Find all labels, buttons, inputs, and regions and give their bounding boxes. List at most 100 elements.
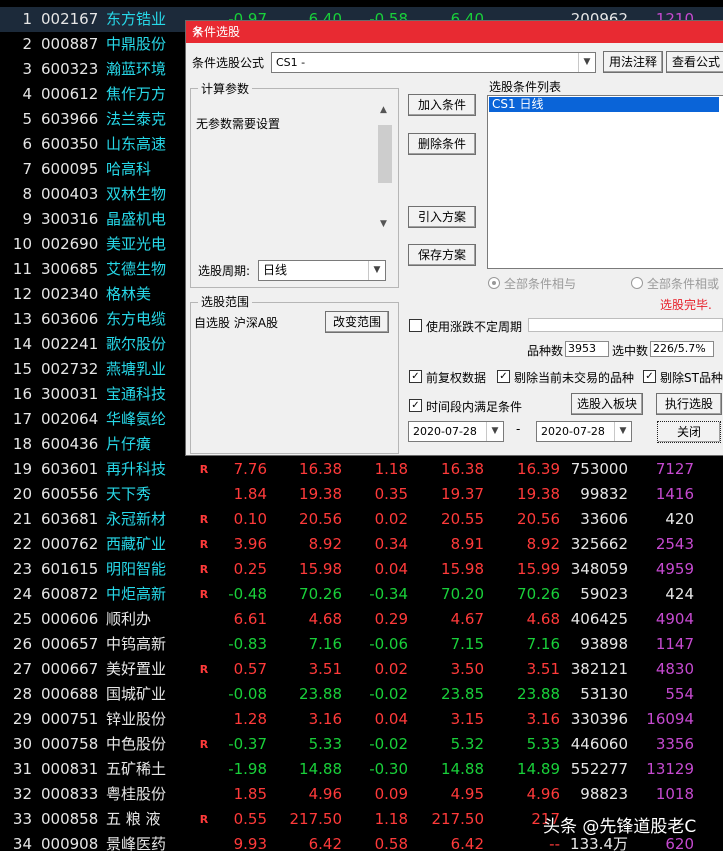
watermark: 头条 @先锋道股老C [543, 817, 697, 837]
stock-name: 明阳智能 [106, 560, 167, 578]
condition-list-item[interactable]: CS1 日线 [489, 97, 719, 112]
stock-name: 东方锆业 [106, 10, 167, 28]
to-block-button[interactable]: 选股入板块 [571, 393, 643, 415]
stock-code: 000762 [41, 535, 99, 553]
table-row[interactable]: 32 000833 粤桂股份 1.85 4.96 0.09 4.95 4.96 98823 101… [0, 782, 723, 807]
current-price: 15.98 [299, 560, 342, 578]
bid-price: 7.15 [450, 635, 484, 653]
close-icon[interactable]: × [192, 21, 204, 43]
current-volume: 4904 [655, 610, 694, 628]
stock-code: 002167 [41, 10, 99, 28]
close-button[interactable]: 关闭 [657, 421, 721, 443]
table-row[interactable]: 22 000762 西藏矿业 R 3.96 8.92 0.34 8.91 8.92 325662 2… [0, 532, 723, 557]
table-row[interactable]: 23 601615 明阳智能 R 0.25 15.98 0.04 15.98 15.99 3480… [0, 557, 723, 582]
table-row[interactable]: 20 600556 天下秀 1.84 19.38 0.35 19.37 19.38 99832 1… [0, 482, 723, 507]
stock-code: 000887 [41, 35, 99, 53]
ask-price: 15.99 [517, 560, 560, 578]
stock-code: 000657 [41, 635, 99, 653]
view-formula-button[interactable]: 查看公式 [666, 51, 723, 73]
current-price: 23.88 [299, 685, 342, 703]
stock-name: 美亚光电 [106, 235, 167, 253]
row-number: 20 [12, 485, 32, 503]
current-price: 4.96 [308, 785, 342, 803]
stock-code: 300316 [41, 210, 99, 228]
chevron-down-icon[interactable]: ▼ [578, 53, 595, 72]
radio-all-or[interactable] [631, 277, 643, 289]
change-percent: -0.08 [228, 685, 267, 703]
table-row[interactable]: 24 600872 中炬高新 R -0.48 70.26 -0.34 70.20 70.26 59… [0, 582, 723, 607]
volume: 330396 [570, 710, 628, 728]
uncertain-period-checkbox[interactable] [409, 319, 422, 332]
usage-button[interactable]: 用法注释 [603, 51, 663, 73]
chevron-down-icon[interactable]: ▼ [486, 422, 503, 441]
current-volume: 1416 [655, 485, 694, 503]
adjust-label: 前复权数据 [426, 371, 487, 385]
row-number: 4 [22, 85, 32, 103]
change-amount: -0.02 [369, 735, 408, 753]
ask-price: 14.89 [517, 760, 560, 778]
table-row[interactable]: 28 000688 国城矿业 -0.08 23.88 -0.02 23.85 23.88 531… [0, 682, 723, 707]
formula-select[interactable]: CS1 - ▼ [271, 52, 596, 73]
params-scrollbar[interactable]: ▲ ▼ [377, 105, 393, 233]
table-row[interactable]: 29 000751 锌业股份 1.28 3.16 0.04 3.15 3.16 330396 16… [0, 707, 723, 732]
stock-name: 晶盛机电 [106, 210, 167, 228]
delete-condition-button[interactable]: 删除条件 [408, 133, 476, 155]
period-value: 日线 [263, 263, 288, 277]
change-percent: 0.55 [233, 810, 267, 828]
row-number: 13 [12, 310, 32, 328]
stock-code: 600872 [41, 585, 99, 603]
table-row[interactable]: 26 000657 中钨高新 -0.83 7.16 -0.06 7.15 7.16 93898 1… [0, 632, 723, 657]
row-number: 16 [12, 385, 32, 403]
stock-name: 天下秀 [106, 485, 152, 503]
date-from-select[interactable]: 2020-07-28 ▼ [408, 421, 504, 442]
bid-price: 3.15 [450, 710, 484, 728]
radio-all-and[interactable] [488, 277, 500, 289]
stock-code: 000833 [41, 785, 99, 803]
exclude-st-label: 剔除ST品种 [660, 371, 723, 385]
stock-code: 002690 [41, 235, 99, 253]
stock-name: 华峰氨纶 [106, 410, 167, 428]
chevron-down-icon[interactable]: ▼ [614, 422, 631, 441]
bid-price: 19.37 [441, 485, 484, 503]
margin-flag: R [199, 513, 209, 526]
execute-button[interactable]: 执行选股 [656, 393, 722, 415]
condition-list[interactable]: CS1 日线 [487, 95, 723, 269]
period-field[interactable] [528, 318, 723, 332]
time-condition-checkbox[interactable]: ✓ [409, 399, 422, 412]
table-row[interactable]: 25 000606 顺利办 6.61 4.68 0.29 4.67 4.68 406425 490… [0, 607, 723, 632]
date-to-select[interactable]: 2020-07-28 ▼ [536, 421, 632, 442]
stock-name: 燕塘乳业 [106, 360, 167, 378]
bid-price: 4.95 [450, 785, 484, 803]
change-percent: 0.10 [233, 510, 267, 528]
stock-code: 300031 [41, 385, 99, 403]
scroll-down-icon[interactable]: ▼ [380, 219, 387, 229]
current-price: 5.33 [308, 735, 342, 753]
adjust-checkbox[interactable]: ✓ [409, 370, 422, 383]
volume: 753000 [570, 460, 628, 478]
change-range-button[interactable]: 改变范围 [325, 311, 389, 333]
chevron-down-icon[interactable]: ▼ [368, 261, 385, 280]
table-row[interactable]: 30 000758 中色股份 R -0.37 5.33 -0.02 5.32 5.33 44606… [0, 732, 723, 757]
row-number: 14 [12, 335, 32, 353]
ask-price: 19.38 [517, 485, 560, 503]
table-row[interactable]: 19 603601 再升科技 R 7.76 16.38 1.18 16.38 16.39 7530… [0, 457, 723, 482]
dialog-titlebar[interactable]: 条件选股 × [186, 21, 723, 43]
row-number: 2 [22, 35, 32, 53]
import-plan-button[interactable]: 引入方案 [408, 206, 476, 228]
scrollbar-thumb[interactable] [378, 125, 392, 183]
stock-code: 600436 [41, 435, 99, 453]
stock-code: 000612 [41, 85, 99, 103]
exclude-untraded-checkbox[interactable]: ✓ [497, 370, 510, 383]
period-select[interactable]: 日线 ▼ [258, 260, 386, 281]
margin-flag: R [199, 463, 209, 476]
stock-name: 中钨高新 [106, 635, 167, 653]
table-row[interactable]: 27 000667 美好置业 R 0.57 3.51 0.02 3.50 3.51 382121 4… [0, 657, 723, 682]
save-plan-button[interactable]: 保存方案 [408, 244, 476, 266]
exclude-st-checkbox[interactable]: ✓ [643, 370, 656, 383]
table-row[interactable]: 21 603681 永冠新材 R 0.10 20.56 0.02 20.55 20.56 3360… [0, 507, 723, 532]
scroll-up-icon[interactable]: ▲ [380, 105, 387, 115]
add-condition-button[interactable]: 加入条件 [408, 94, 476, 116]
stock-selection-dialog: 条件选股 × 条件选股公式 CS1 - ▼ 用法注释 查看公式 计算参数 无参数… [185, 20, 723, 456]
table-row[interactable]: 31 000831 五矿稀土 -1.98 14.88 -0.30 14.88 14.89 552… [0, 757, 723, 782]
current-volume: 7127 [655, 460, 694, 478]
